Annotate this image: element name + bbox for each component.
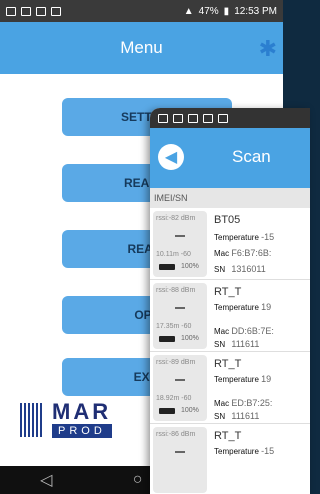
home-nav-icon[interactable]: ○ <box>133 471 143 489</box>
signal-icon <box>175 377 185 381</box>
mac-label: Mac <box>214 249 230 258</box>
scan-app-bar: ◀ Scan <box>150 128 310 188</box>
sn-value: 111611 <box>231 411 260 421</box>
status-bar <box>150 108 310 128</box>
device-list: rssi:-82 dBm 10.11m -60 100% BT05 Temper… <box>150 208 310 494</box>
battery-icon: ▮ <box>223 5 230 17</box>
temperature-label: Temperature <box>214 447 259 456</box>
temperature-label: Temperature <box>214 375 259 384</box>
temperature-value: 19 <box>261 374 272 384</box>
device-signal-card: rssi:-86 dBm <box>153 427 207 493</box>
notification-icon <box>158 113 168 123</box>
signal-icon <box>175 305 185 309</box>
device-name: RT_T <box>214 358 242 370</box>
back-nav-icon[interactable]: ◁ <box>40 470 52 490</box>
mac-value: F6:B7:6B: <box>231 248 272 258</box>
notification-icon <box>218 113 228 123</box>
menu-app-bar: Menu ✱ <box>0 22 283 74</box>
device-signal-card: rssi:-82 dBm 10.11m -60 100% <box>153 211 207 277</box>
rssi-value: rssi:-86 dBm <box>156 431 196 438</box>
sn-value: 1316011 <box>231 264 266 274</box>
temperature-value: 19 <box>261 302 272 312</box>
sn-label: SN <box>214 265 226 274</box>
sn-label: SN <box>214 340 226 349</box>
battery-icon <box>159 335 175 342</box>
temperature-label: Temperature <box>214 303 259 312</box>
battery-value: 100% <box>181 407 199 414</box>
temperature-label: Temperature <box>214 233 259 242</box>
battery-icon <box>159 263 175 270</box>
clock: 12:53 PM <box>234 5 277 17</box>
mac-label: Mac <box>214 327 230 336</box>
notification-icon <box>173 113 183 123</box>
notification-icon <box>51 6 61 16</box>
back-arrow-icon[interactable]: ◀ <box>158 144 184 170</box>
device-name: RT_T <box>214 430 242 442</box>
logo-name: MAR <box>52 399 112 424</box>
device-row[interactable]: rssi:-89 dBm 18.92m -60 100% RT_T Temper… <box>150 352 310 424</box>
notification-icon <box>188 113 198 123</box>
rssi-value: rssi:-88 dBm <box>156 287 196 294</box>
rssi-value: rssi:-89 dBm <box>156 359 196 366</box>
logo-subtitle: PROD <box>52 424 112 438</box>
notification-icon <box>21 6 31 16</box>
device-row[interactable]: rssi:-86 dBm RT_T Temperature -15 <box>150 424 310 494</box>
mac-label: Mac <box>214 399 230 408</box>
distance-value: 17.35m -60 <box>156 323 192 330</box>
temperature-value: -15 <box>261 446 275 456</box>
battery-value: 100% <box>181 335 199 342</box>
device-row[interactable]: rssi:-88 dBm 17.35m -60 100% RT_T Temper… <box>150 280 310 352</box>
brand-logo: MAR PROD <box>20 399 112 438</box>
device-name: BT05 <box>214 214 241 226</box>
temperature-value: -15 <box>261 232 275 242</box>
battery-percent: 47% <box>198 5 219 17</box>
mac-value: DD:6B:7E: <box>231 326 274 336</box>
sn-label: SN <box>214 412 226 421</box>
device-signal-card: rssi:-89 dBm 18.92m -60 100% <box>153 355 207 421</box>
logo-mark <box>20 403 42 437</box>
rssi-value: rssi:-82 dBm <box>156 215 196 222</box>
device-signal-card: rssi:-88 dBm 17.35m -60 100% <box>153 283 207 349</box>
device-row[interactable]: rssi:-82 dBm 10.11m -60 100% BT05 Temper… <box>150 208 310 280</box>
signal-icon <box>175 449 185 453</box>
battery-value: 100% <box>181 263 199 270</box>
page-title: Menu <box>120 38 163 57</box>
bluetooth-icon[interactable]: ✱ <box>259 36 277 62</box>
mac-value: ED:B7:25: <box>231 398 273 408</box>
distance-value: 10.11m -60 <box>156 251 191 258</box>
notification-icon <box>36 6 46 16</box>
page-title: Scan <box>232 147 271 166</box>
device-name: RT_T <box>214 286 242 298</box>
sn-value: 111611 <box>231 339 260 349</box>
notification-icon <box>6 6 16 16</box>
status-bar: ▲ 47% ▮ 12:53 PM <box>0 0 283 22</box>
distance-value: 18.92m -60 <box>156 395 192 402</box>
column-header: IMEI/SN <box>150 188 310 208</box>
battery-icon <box>159 407 175 414</box>
signal-icon: ▲ <box>183 5 194 17</box>
signal-icon <box>175 233 185 237</box>
scan-screen: ◀ Scan IMEI/SN rssi:-82 dBm 10.11m -60 1… <box>150 108 310 494</box>
notification-icon <box>203 113 213 123</box>
